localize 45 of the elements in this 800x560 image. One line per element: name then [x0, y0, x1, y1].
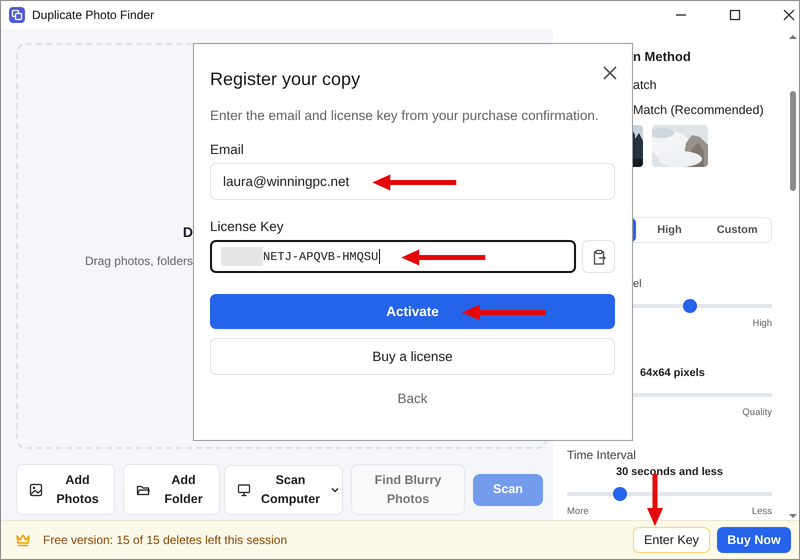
slider-end-label: Quality: [742, 407, 772, 418]
option-label: Match (Recommended): [633, 103, 765, 117]
slider-value: 64x64 pixels: [640, 367, 706, 379]
enter-key-button[interactable]: Enter Key: [633, 527, 710, 553]
dialog-title: Register your copy: [210, 69, 360, 90]
slider-end-label: High: [752, 318, 772, 329]
buy-license-button[interactable]: Buy a license: [210, 338, 615, 375]
paste-button[interactable]: [582, 240, 615, 273]
window-title: Duplicate Photo Finder: [32, 8, 154, 22]
add-folder-button[interactable]: Add Folder: [123, 464, 220, 515]
close-icon[interactable]: [783, 9, 795, 21]
add-photos-button[interactable]: Add Photos: [16, 464, 115, 515]
field-label: License Key: [210, 219, 285, 234]
activate-button[interactable]: Activate: [210, 294, 615, 329]
drop-zone-hint: Drag photos, folders: [84, 254, 193, 268]
close-icon[interactable]: [603, 66, 617, 80]
image-icon: [29, 482, 43, 496]
crown-icon: [15, 533, 31, 547]
maximize-icon[interactable]: [729, 9, 741, 21]
dialog-description: Enter the email and license key from your purchase confirmation.: [210, 108, 600, 123]
slider-end-label: More: [567, 506, 589, 517]
buy-now-button[interactable]: Buy Now: [717, 527, 791, 553]
field-label: Email: [210, 142, 245, 157]
slider-thumb[interactable]: [683, 299, 697, 313]
license-key-field[interactable]: NETJ-APQVB-HMQSU: [210, 240, 576, 273]
scrollbar-thumb[interactable]: [790, 91, 796, 191]
scan-computer-button[interactable]: Scan Computer: [224, 464, 343, 514]
slider-end-label: Less: [752, 506, 772, 517]
section-heading: n Method: [633, 49, 692, 64]
back-button[interactable]: Back: [397, 391, 428, 406]
slider-value: 30 seconds and less: [615, 466, 724, 478]
redaction-block: [221, 247, 263, 266]
option-label: atch: [633, 78, 658, 92]
clipboard-icon: [592, 248, 606, 264]
text-cursor: [379, 249, 380, 264]
license-message: Free version: 15 of 15 deletes left this session: [43, 533, 288, 547]
app-icon: [9, 7, 25, 23]
scroll-up-icon[interactable]: [788, 33, 798, 41]
monitor-icon: [237, 482, 251, 496]
drop-zone-title: D: [182, 224, 193, 240]
email-field[interactable]: laura@winningpc.net: [210, 163, 615, 200]
slider-label: el: [633, 278, 643, 290]
slider-label: Time Interval: [567, 448, 637, 462]
slider-thumb[interactable]: [613, 487, 628, 501]
annotation-arrow: [647, 474, 663, 526]
